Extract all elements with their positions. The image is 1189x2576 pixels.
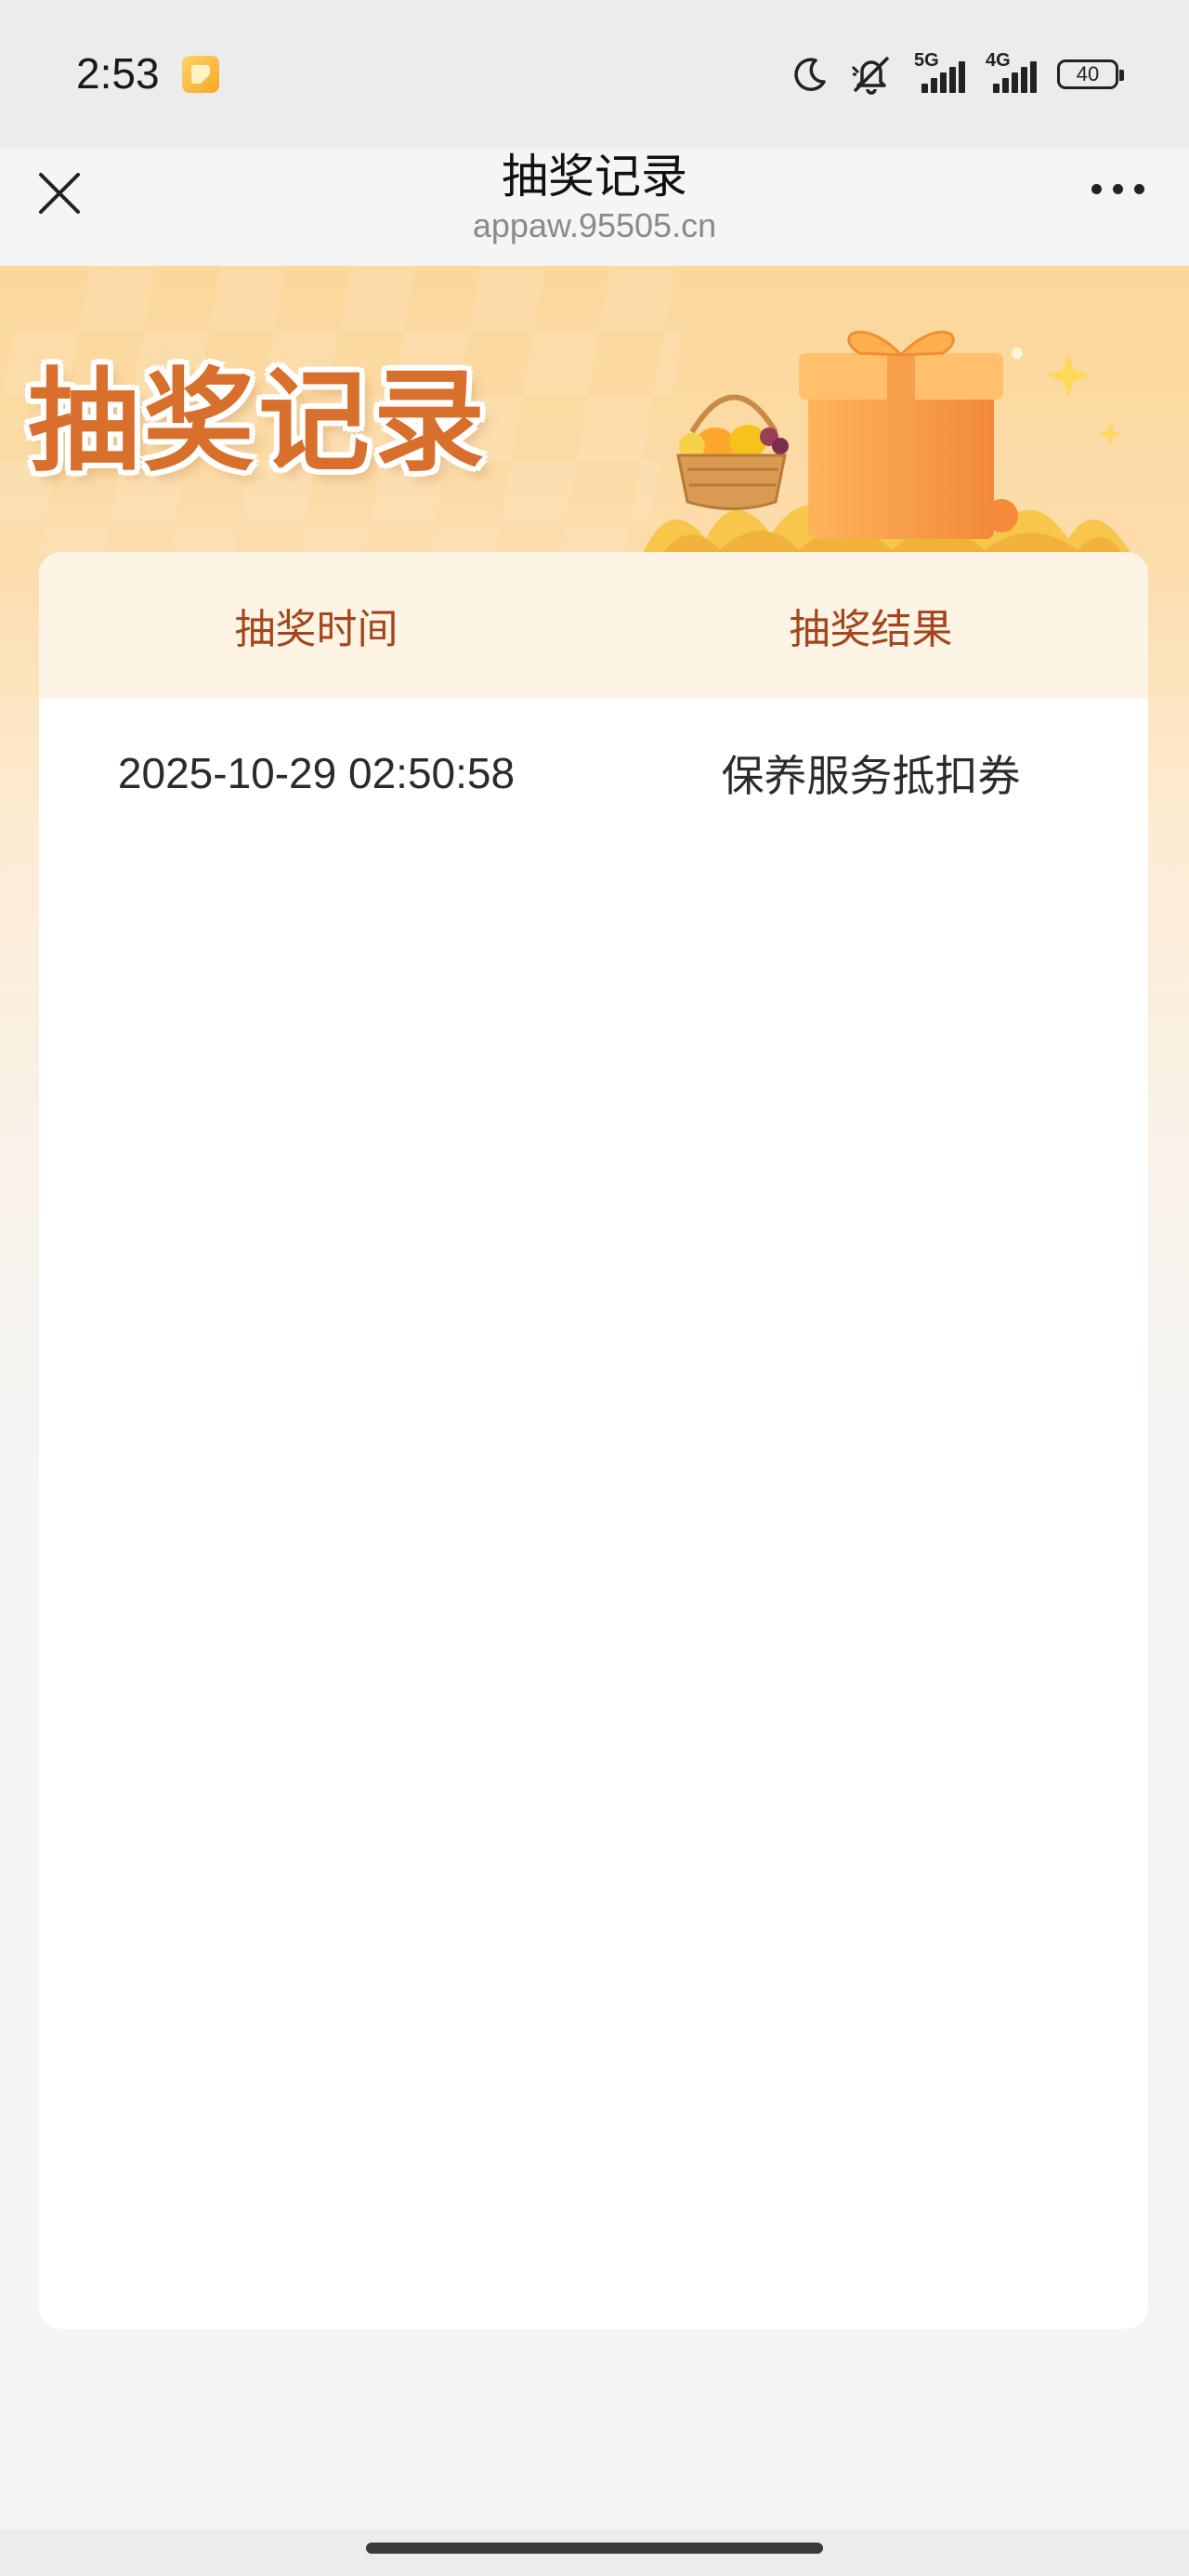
mute-icon (851, 56, 890, 95)
more-options-icon[interactable] (1091, 184, 1144, 194)
do-not-disturb-icon (794, 58, 826, 91)
record-time: 2025-10-29 02:50:58 (117, 749, 516, 797)
battery-icon: 40 (1057, 59, 1124, 89)
page-url: appaw.95505.cn (472, 206, 717, 244)
signal-4g-icon: 4G (986, 50, 1037, 93)
home-indicator[interactable] (366, 2543, 823, 2554)
header-draw-time: 抽奖时间 (234, 606, 399, 653)
status-time: 2:53 (76, 49, 160, 98)
status-bar: 2:53 5G 4G 40 (0, 0, 1189, 149)
lottery-records-card: 抽奖时间 抽奖结果 2025-10-29 02:50:58 保养服务抵扣券 (39, 552, 1148, 2329)
battery-level: 40 (1076, 62, 1100, 85)
table-row: 2025-10-29 02:50:58 保养服务抵扣券 (39, 699, 1148, 848)
banner-title: 抽奖记录 (28, 356, 489, 487)
signal-5g-icon: 5G (914, 50, 965, 93)
notes-app-icon (182, 56, 219, 93)
network-label-1: 5G (914, 50, 939, 71)
status-icons: 5G 4G 40 (791, 50, 1124, 97)
gift-basket-illustration (641, 330, 1133, 558)
header-draw-result: 抽奖结果 (789, 606, 953, 653)
table-header: 抽奖时间 抽奖结果 (39, 552, 1148, 699)
network-label-2: 4G (986, 50, 1011, 71)
record-result: 保养服务抵扣券 (721, 751, 1021, 801)
page-title: 抽奖记录 (502, 150, 687, 204)
